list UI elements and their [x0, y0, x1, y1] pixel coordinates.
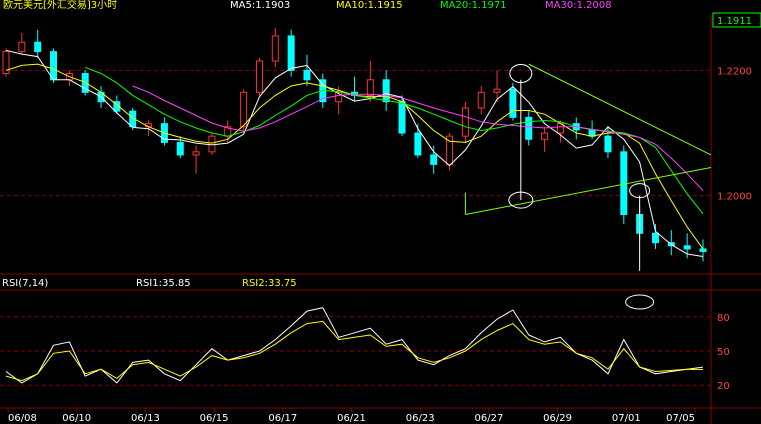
date-tick-label: 06/10: [62, 413, 91, 424]
candle-body: [525, 116, 533, 140]
chart-frame: [0, 14, 761, 424]
candle-body: [604, 135, 612, 153]
candle-body: [493, 88, 501, 93]
price-tick-label: 1.2000: [717, 192, 752, 203]
candle-body: [366, 79, 374, 96]
candle-body: [509, 88, 517, 118]
price-tick-label: 1.2200: [717, 66, 752, 77]
upper-trendline: [528, 63, 712, 156]
rsi-tick-label: 50: [717, 347, 730, 358]
candle-body: [541, 132, 549, 140]
chart-window: 欧元美元[外汇交易]3小时 MA5:1.1903 MA10:1.1915 MA2…: [0, 0, 761, 424]
date-tick-label: 06/17: [268, 413, 297, 424]
candle-body: [176, 141, 184, 156]
pattern-annotations: [464, 63, 712, 310]
lower-trendline: [465, 167, 712, 215]
date-tick-label: 06/08: [8, 413, 37, 424]
candle-body: [461, 107, 469, 137]
date-tick-label: 07/05: [666, 413, 695, 424]
date-tick-label: 06/21: [337, 413, 366, 424]
candle-body: [620, 151, 628, 215]
date-tick-label: 07/01: [612, 413, 641, 424]
candle-body: [477, 91, 485, 109]
candle-body: [651, 232, 659, 244]
rsi-tick-label: 80: [717, 313, 730, 324]
candle-body: [398, 101, 406, 134]
candle-body: [588, 129, 596, 137]
date-tick-label: 06/13: [131, 413, 160, 424]
candle-body: [240, 91, 248, 128]
chart-canvas: 1.2200 1.2000 1.1911 80 50 20 06/08 06/10 06/13 0…: [0, 12, 761, 424]
candle-body: [271, 35, 279, 62]
candle-body: [430, 154, 438, 165]
candle-body: [50, 51, 58, 81]
candle-body: [255, 60, 263, 93]
candle-body: [208, 135, 216, 153]
candlestick-series: [2, 27, 707, 262]
date-tick-label: 06/29: [543, 413, 572, 424]
date-tick-label: 06/27: [474, 413, 503, 424]
candle-body: [414, 132, 422, 156]
candle-body: [303, 69, 311, 81]
candle-body: [382, 79, 390, 103]
last-price-label: 1.1911: [717, 16, 752, 27]
candle-body: [192, 151, 200, 156]
candle-body: [699, 248, 707, 252]
rsi-tick-label: 20: [717, 381, 730, 392]
date-tick-label: 06/23: [406, 413, 435, 424]
candle-body: [18, 41, 26, 53]
rsi-line-rsi1: [5, 307, 704, 384]
date-tick-label: 06/15: [200, 413, 229, 424]
axis-labels: 1.2200 1.2000 1.1911 80 50 20 06/08 06/10 06/13 0…: [7, 12, 761, 424]
price-gridlines: [0, 69, 711, 197]
candle-body: [683, 245, 691, 250]
rsi-lines: [5, 307, 704, 384]
candle-body: [34, 41, 42, 53]
rsi-gridlines: [0, 316, 711, 386]
candle-body: [287, 35, 295, 71]
target-marker-ellipse: [625, 294, 655, 310]
